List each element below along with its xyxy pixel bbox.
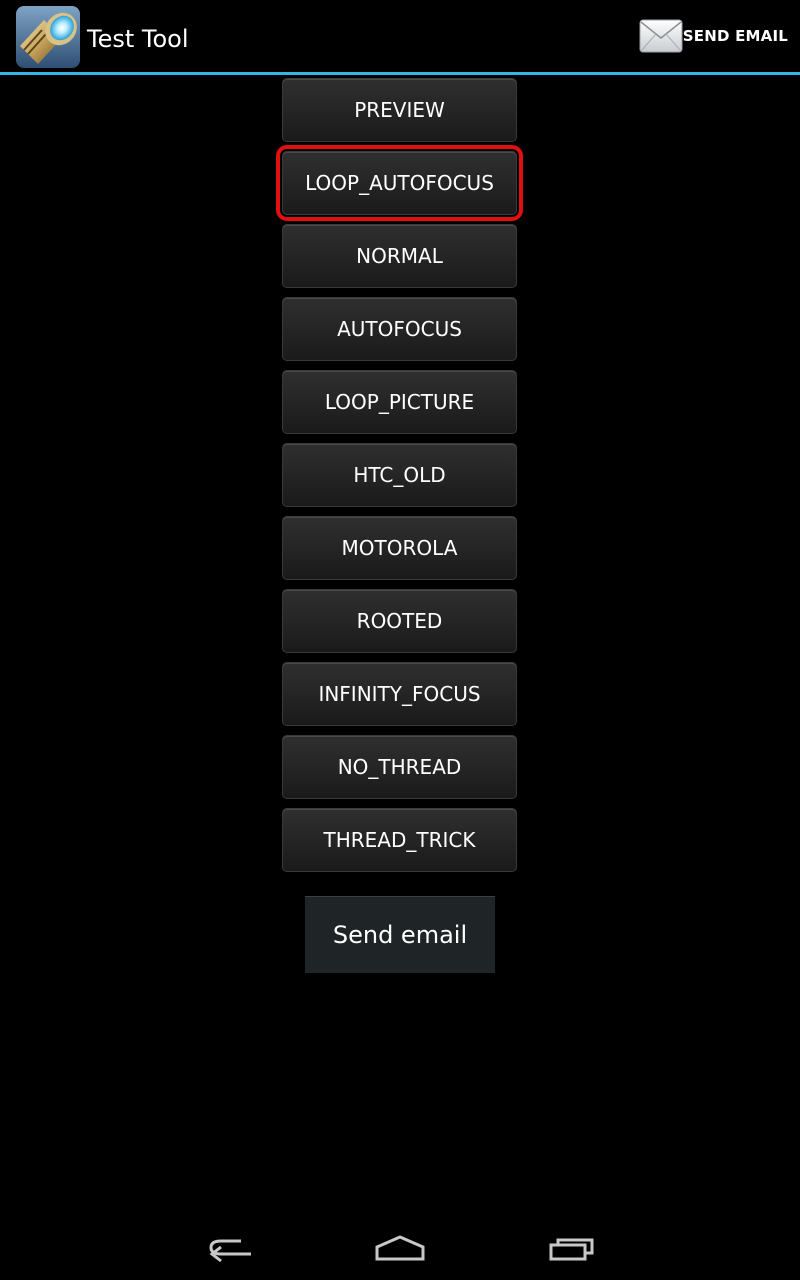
action-bar: Test Tool SEND EMAIL — [0, 0, 800, 72]
home-icon — [375, 1235, 425, 1261]
mode-button-motorola[interactable]: MOTOROLA — [282, 516, 517, 580]
mode-button-loop-picture[interactable]: LOOP_PICTURE — [282, 370, 517, 434]
recents-icon — [549, 1238, 594, 1261]
send-email-action[interactable]: SEND EMAIL — [635, 0, 800, 72]
mode-button-label: THREAD_TRICK — [323, 828, 476, 852]
app-title: Test Tool — [87, 25, 189, 53]
mode-button-label: ROOTED — [356, 609, 443, 633]
back-button[interactable] — [190, 1224, 270, 1272]
send-email-button-label: Send email — [332, 921, 468, 949]
envelope-icon — [639, 19, 683, 53]
mode-button-list: PREVIEW LOOP_AUTOFOCUS NORMAL AUTOFOCUS … — [276, 78, 523, 881]
mode-button-rooted[interactable]: ROOTED — [282, 589, 517, 653]
mode-button-preview[interactable]: PREVIEW — [282, 78, 517, 142]
mode-button-label: NORMAL — [356, 244, 443, 268]
mode-button-htc-old[interactable]: HTC_OLD — [282, 443, 517, 507]
mode-button-thread-trick[interactable]: THREAD_TRICK — [282, 808, 517, 872]
send-email-button[interactable]: Send email — [305, 896, 495, 973]
mode-button-label: MOTOROLA — [341, 536, 458, 560]
mode-button-label: PREVIEW — [354, 98, 445, 122]
mode-button-label: LOOP_AUTOFOCUS — [305, 171, 494, 195]
mode-button-label: HTC_OLD — [353, 463, 446, 487]
mode-button-no-thread[interactable]: NO_THREAD — [282, 735, 517, 799]
action-bar-divider — [0, 72, 800, 75]
mode-button-label: AUTOFOCUS — [337, 317, 462, 341]
flashlight-icon[interactable] — [16, 6, 80, 68]
mode-button-normal[interactable]: NORMAL — [282, 224, 517, 288]
home-button[interactable] — [360, 1224, 440, 1272]
mode-button-label: LOOP_PICTURE — [324, 390, 475, 414]
mode-button-autofocus[interactable]: AUTOFOCUS — [282, 297, 517, 361]
screen: Test Tool SEND EMAIL PREVIEW LOOP_AUTOFO… — [0, 0, 800, 1280]
navigation-bar — [0, 1216, 800, 1280]
recents-button[interactable] — [532, 1224, 612, 1272]
mode-button-label: INFINITY_FOCUS — [318, 682, 481, 706]
mode-button-label: NO_THREAD — [337, 755, 462, 779]
back-icon — [209, 1239, 251, 1263]
send-email-action-label: SEND EMAIL — [682, 27, 788, 45]
mode-button-infinity-focus[interactable]: INFINITY_FOCUS — [282, 662, 517, 726]
mode-button-loop-autofocus[interactable]: LOOP_AUTOFOCUS — [276, 145, 523, 221]
